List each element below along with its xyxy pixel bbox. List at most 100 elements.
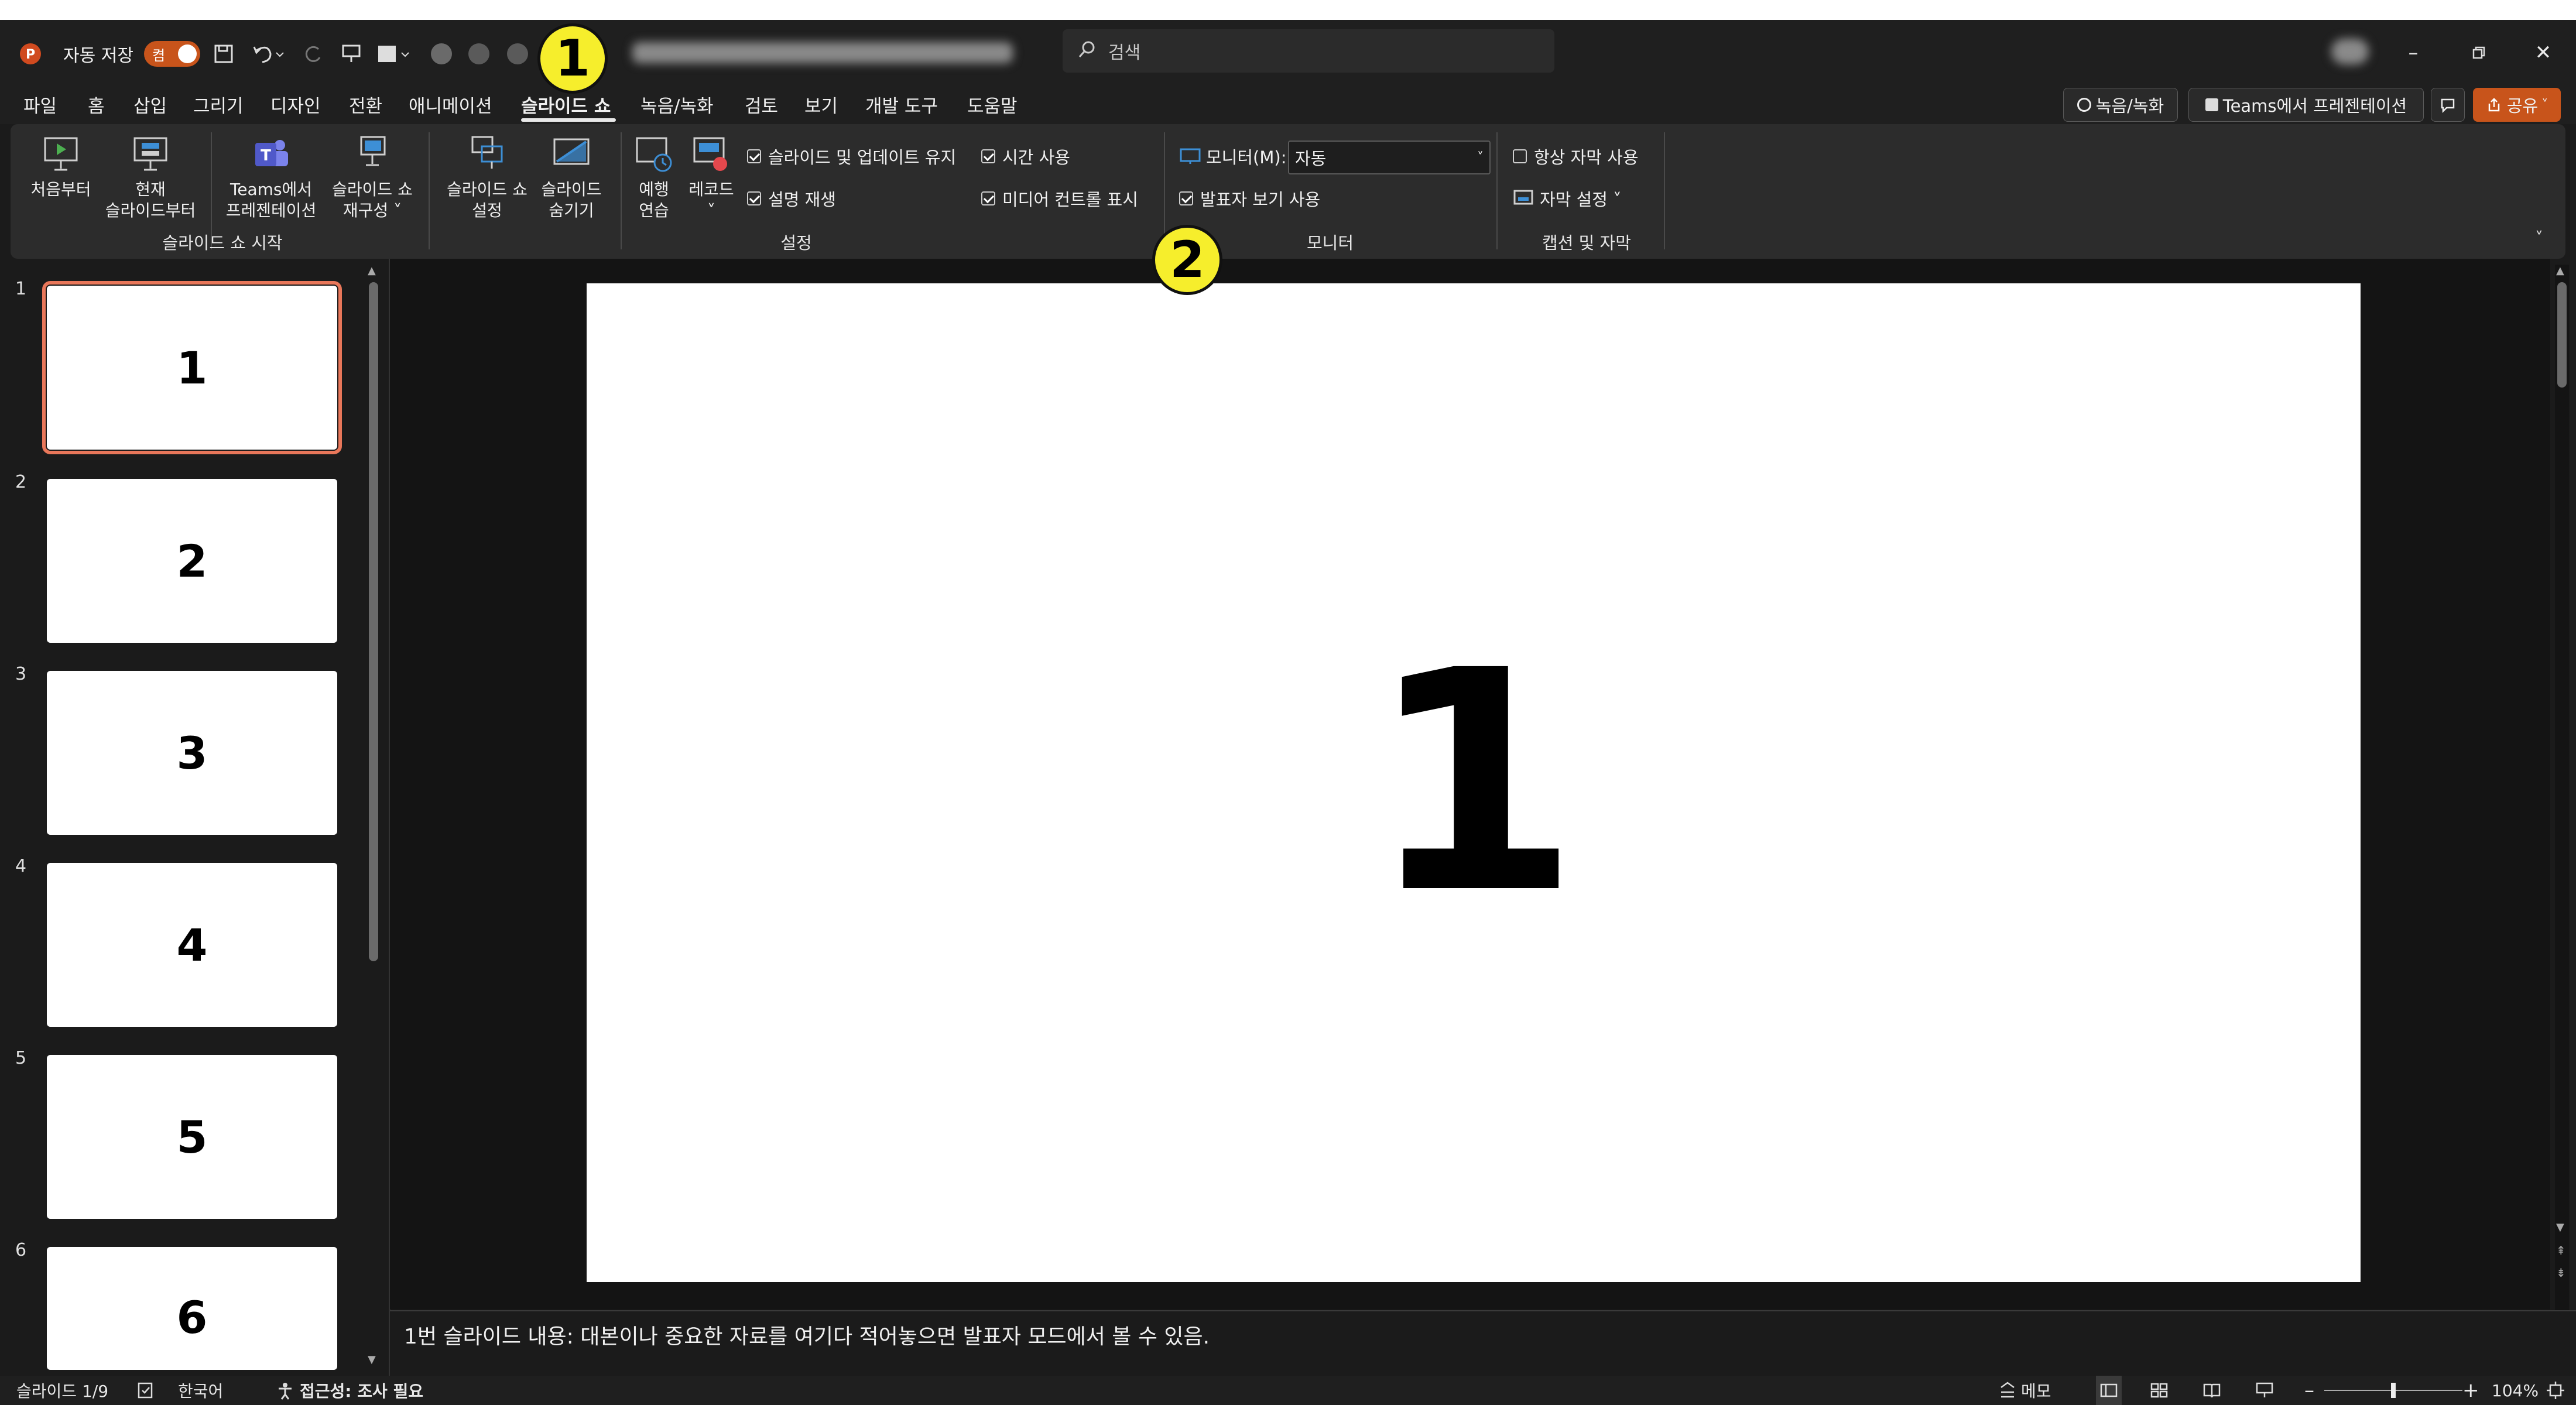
autosave-toggle[interactable]: 켬 bbox=[144, 30, 200, 77]
slide-title[interactable]: 1 bbox=[1368, 605, 1580, 960]
slide-thumbnail-5[interactable]: 5 bbox=[47, 1055, 337, 1219]
scroll-down-icon[interactable]: ▼ bbox=[368, 1353, 376, 1366]
present-icon[interactable] bbox=[340, 30, 363, 77]
subtitle-settings-button[interactable]: 자막 설정 ˅ bbox=[1513, 185, 1622, 212]
collapse-ribbon-icon[interactable]: ˅ bbox=[2535, 228, 2543, 248]
teams-present-ribbon-button[interactable]: T Teams에서 프레젠테이션 bbox=[221, 133, 321, 221]
svg-text:P: P bbox=[26, 47, 35, 62]
slide-thumbnail-1[interactable]: 1 bbox=[42, 281, 342, 454]
tab-record[interactable]: 녹음/녹화 bbox=[640, 88, 714, 121]
minimize-icon[interactable]: – bbox=[2390, 30, 2437, 75]
current-slide[interactable]: 1 bbox=[587, 283, 2361, 1282]
search-box[interactable]: 검색 bbox=[1063, 29, 1554, 73]
undo-icon[interactable] bbox=[251, 30, 286, 77]
teams-present-button[interactable]: Teams에서 프레젠테이션 bbox=[2188, 88, 2424, 122]
custom-slideshow-button[interactable]: 슬라이드 쇼 재구성 ˅ bbox=[326, 133, 419, 221]
zoom-slider-thumb[interactable] bbox=[2391, 1383, 2396, 1398]
search-placeholder: 검색 bbox=[1108, 43, 1141, 63]
fit-to-window-icon[interactable] bbox=[2546, 1376, 2565, 1405]
scroll-up-icon[interactable]: ▲ bbox=[2556, 265, 2564, 277]
notes-toggle-button[interactable]: 메모 bbox=[1998, 1376, 2051, 1405]
redo-icon[interactable] bbox=[301, 30, 324, 77]
from-current-button[interactable]: 현재 슬라이드부터 bbox=[101, 133, 200, 221]
from-beginning-button[interactable]: 처음부터 bbox=[26, 133, 96, 200]
zoom-out-button[interactable]: – bbox=[2304, 1376, 2314, 1405]
tab-transitions[interactable]: 전환 bbox=[349, 88, 382, 121]
previous-slide-icon[interactable]: ⇞ bbox=[2556, 1243, 2566, 1257]
zoom-slider[interactable] bbox=[2324, 1376, 2462, 1405]
circle-icon-1[interactable] bbox=[431, 30, 452, 77]
tab-home[interactable]: 홈 bbox=[88, 88, 105, 121]
circle-icon-2[interactable] bbox=[468, 30, 489, 77]
autosave-label: 자동 저장 bbox=[63, 46, 133, 66]
tab-developer[interactable]: 개발 도구 bbox=[865, 88, 938, 121]
show-media-controls-checkbox[interactable]: 미디어 컨트롤 표시 bbox=[981, 185, 1138, 212]
notes-text[interactable]: 1번 슬라이드 내용: 대본이나 중요한 자료를 여기다 적어놓으면 발표자 모… bbox=[404, 1320, 1210, 1350]
tab-insert[interactable]: 삽입 bbox=[133, 88, 167, 121]
slideshow-view-icon[interactable] bbox=[2255, 1376, 2274, 1405]
record-slideshow-button[interactable]: 레코드 ˅ bbox=[684, 133, 739, 221]
tab-view[interactable]: 보기 bbox=[804, 88, 838, 121]
slide-thumbnail-4[interactable]: 4 bbox=[47, 863, 337, 1027]
ribbon-separator bbox=[1164, 132, 1165, 249]
teams-icon: T bbox=[255, 140, 288, 166]
slide-thumbnail-3[interactable]: 3 bbox=[47, 671, 337, 835]
share-button[interactable]: 공유 ˅ bbox=[2473, 88, 2561, 122]
slideshow-current-icon bbox=[133, 137, 167, 171]
slide-sorter-icon[interactable] bbox=[2150, 1376, 2169, 1405]
zoom-level[interactable]: 104% bbox=[2492, 1376, 2539, 1405]
scroll-thumb[interactable] bbox=[369, 282, 378, 961]
group-label-monitor: 모니터 bbox=[1306, 233, 1354, 253]
scroll-thumb[interactable] bbox=[2557, 282, 2567, 388]
language-status[interactable]: 한국어 bbox=[178, 1376, 223, 1405]
canvas-scrollbar[interactable]: ▲ ▼ ⇞ ⇟ bbox=[2555, 265, 2569, 1310]
tab-help[interactable]: 도움말 bbox=[967, 88, 1018, 121]
avatar[interactable] bbox=[2331, 39, 2369, 64]
tab-draw[interactable]: 그리기 bbox=[193, 88, 244, 121]
chevron-down-icon: ˅ bbox=[1477, 150, 1484, 165]
monitor-icon bbox=[1180, 148, 1201, 164]
powerpoint-logo-icon: P bbox=[19, 30, 42, 77]
group-label-captions: 캡션 및 자막 bbox=[1542, 233, 1631, 253]
hide-slide-icon bbox=[553, 138, 590, 165]
monitor-select[interactable]: 자동 ˅ bbox=[1288, 140, 1491, 174]
scroll-down-icon[interactable]: ▼ bbox=[2556, 1221, 2564, 1233]
save-icon[interactable] bbox=[212, 30, 235, 77]
next-slide-icon[interactable]: ⇟ bbox=[2556, 1266, 2566, 1280]
slide-thumbnail-2[interactable]: 2 bbox=[47, 479, 337, 643]
slideshow-start-icon bbox=[44, 137, 78, 171]
status-bar: 슬라이드 1/9 한국어 접근성: 조사 필요 메모 – + 104% bbox=[0, 1376, 2576, 1405]
tab-file[interactable]: 파일 bbox=[23, 88, 57, 121]
rehearse-timings-button[interactable]: 예행 연습 bbox=[626, 133, 681, 221]
record-button[interactable]: 녹음/녹화 bbox=[2063, 88, 2178, 122]
tab-animations[interactable]: 애니메이션 bbox=[409, 88, 492, 121]
tab-design[interactable]: 디자인 bbox=[270, 88, 321, 121]
circle-icon-3[interactable] bbox=[507, 30, 528, 77]
use-presenter-view-checkbox[interactable]: 발표자 보기 사용 bbox=[1179, 185, 1320, 212]
draw-table-icon[interactable] bbox=[376, 30, 411, 77]
monitor-label: 모니터(M): bbox=[1179, 143, 1286, 170]
notes-pane[interactable]: 1번 슬라이드 내용: 대본이나 중요한 자료를 여기다 적어놓으면 발표자 모… bbox=[390, 1310, 2576, 1377]
accessibility-status[interactable]: 접근성: 조사 필요 bbox=[275, 1376, 423, 1405]
setup-slideshow-icon bbox=[471, 136, 503, 169]
hide-slide-button[interactable]: 슬라이드 숨기기 bbox=[530, 133, 612, 221]
reading-view-icon[interactable] bbox=[2202, 1376, 2221, 1405]
normal-view-icon[interactable] bbox=[2096, 1376, 2122, 1405]
use-timings-checkbox[interactable]: 시간 사용 bbox=[981, 143, 1070, 170]
always-use-subtitles-checkbox[interactable]: 항상 자막 사용 bbox=[1513, 143, 1639, 170]
comments-icon[interactable] bbox=[2431, 88, 2465, 122]
setup-slideshow-button[interactable]: 슬라이드 쇼 설정 bbox=[438, 133, 536, 221]
close-icon[interactable]: ✕ bbox=[2520, 30, 2567, 75]
restore-icon[interactable] bbox=[2455, 30, 2502, 75]
scroll-up-icon[interactable]: ▲ bbox=[368, 265, 376, 277]
tab-review[interactable]: 검토 bbox=[745, 88, 778, 121]
slide-number: 5 bbox=[15, 1048, 27, 1068]
zoom-in-button[interactable]: + bbox=[2462, 1376, 2479, 1405]
spellcheck-icon[interactable] bbox=[136, 1376, 156, 1405]
thumbnail-scrollbar[interactable]: ▲ ▼ bbox=[366, 265, 381, 1371]
record-slideshow-icon bbox=[693, 137, 727, 171]
keep-updated-checkbox[interactable]: 슬라이드 및 업데이트 유지 bbox=[747, 143, 956, 170]
play-narrations-checkbox[interactable]: 설명 재생 bbox=[747, 185, 836, 212]
accessibility-icon bbox=[279, 1383, 292, 1400]
slide-thumbnail-6[interactable]: 6 bbox=[47, 1247, 337, 1370]
